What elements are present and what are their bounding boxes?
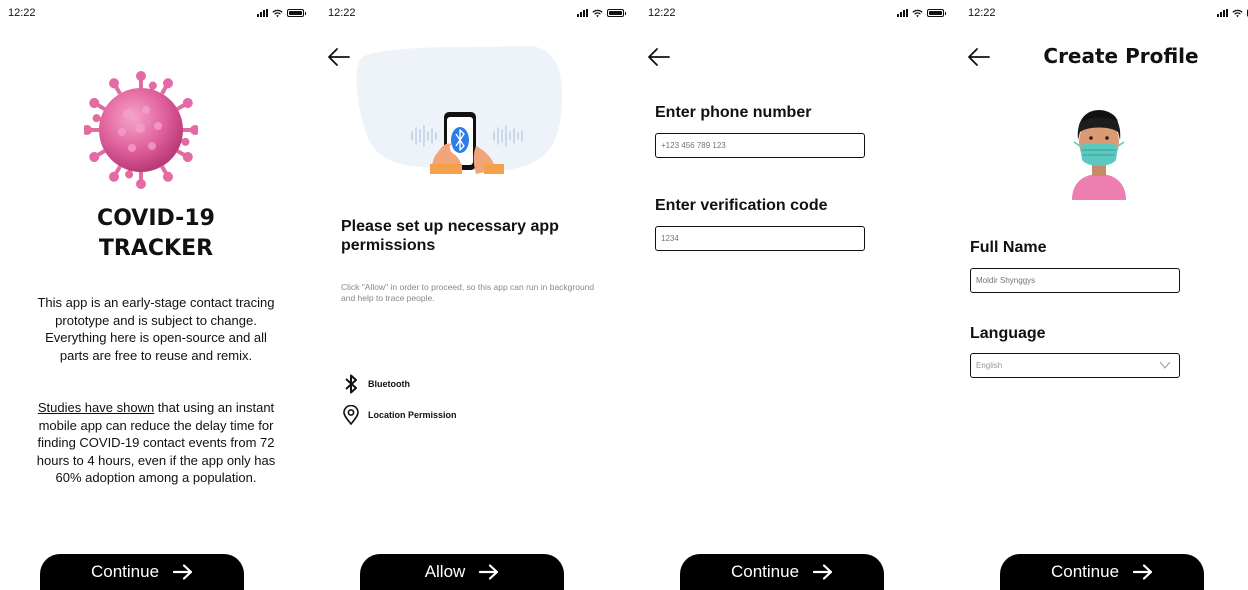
- avatar: [1072, 110, 1126, 200]
- continue-button-label: Continue: [730, 562, 800, 581]
- status-time: 12:22: [8, 7, 36, 19]
- app-title-line1: COVID-19: [97, 206, 215, 231]
- back-arrow-icon[interactable]: [646, 44, 672, 70]
- language-label: Language: [970, 325, 1046, 342]
- allow-button-label: Allow: [424, 562, 466, 581]
- verification-code-label: Enter verification code: [655, 197, 828, 214]
- location-pin-icon: [343, 405, 359, 425]
- status-time: 12:22: [648, 7, 676, 19]
- arrow-right-icon: [1133, 564, 1153, 580]
- phone-field[interactable]: [655, 133, 865, 158]
- continue-button-label: Continue: [1050, 562, 1120, 581]
- arrow-right-icon: [813, 564, 833, 580]
- verification-code-field[interactable]: [655, 226, 865, 251]
- signal-icon: [897, 9, 908, 17]
- signal-icon: [577, 9, 588, 17]
- page-title: Create Profile: [1043, 44, 1199, 68]
- verification-code-input[interactable]: [661, 234, 859, 243]
- battery-icon: [287, 9, 306, 17]
- permission-label: Bluetooth: [368, 379, 410, 389]
- screen-create-profile: 12:22 Create Profile Full Name Language …: [960, 0, 1248, 590]
- permission-location[interactable]: Location Permission: [342, 405, 457, 425]
- continue-button[interactable]: Continue: [1000, 554, 1204, 590]
- battery-icon: [927, 9, 946, 17]
- language-select[interactable]: English: [970, 353, 1180, 378]
- bluetooth-icon: [345, 374, 357, 394]
- wifi-icon: [912, 9, 923, 17]
- status-bar: 12:22: [328, 6, 626, 20]
- full-name-label: Full Name: [970, 239, 1047, 256]
- screen-welcome: 12:22 COVID-19 TRACKER This app is an ea…: [0, 0, 312, 590]
- status-time: 12:22: [968, 7, 996, 19]
- full-name-field[interactable]: [970, 268, 1180, 293]
- back-arrow-icon[interactable]: [326, 44, 352, 70]
- arrow-right-icon: [479, 564, 499, 580]
- full-name-input[interactable]: [976, 276, 1174, 285]
- phone-input[interactable]: [661, 141, 859, 150]
- intro-paragraph: This app is an early-stage contact traci…: [37, 295, 275, 363]
- arrow-right-icon: [173, 564, 193, 580]
- signal-icon: [257, 9, 268, 17]
- wifi-icon: [592, 9, 603, 17]
- continue-button[interactable]: Continue: [680, 554, 884, 590]
- status-time: 12:22: [328, 7, 356, 19]
- wifi-icon: [1232, 9, 1243, 17]
- screen-permissions: 12:22 Please set up necessary app permis…: [320, 0, 632, 590]
- language-value: English: [976, 361, 1003, 370]
- chevron-down-icon: [1159, 361, 1171, 369]
- app-title-line2: TRACKER: [98, 236, 214, 261]
- permissions-description: Click "Allow" in order to proceed, so th…: [341, 282, 595, 303]
- allow-button[interactable]: Allow: [360, 554, 564, 590]
- permission-bluetooth[interactable]: Bluetooth: [342, 374, 410, 394]
- virus-illustration: [84, 71, 198, 189]
- battery-icon: [607, 9, 626, 17]
- studies-link[interactable]: Studies have shown: [38, 400, 154, 415]
- phone-label: Enter phone number: [655, 104, 812, 121]
- continue-button-label: Continue: [90, 562, 160, 581]
- status-bar: 12:22: [968, 6, 1248, 20]
- app-title: COVID-19 TRACKER: [40, 204, 272, 264]
- wifi-icon: [272, 9, 283, 17]
- permission-label: Location Permission: [368, 410, 457, 420]
- permissions-title: Please set up necessary app permissions: [341, 218, 559, 254]
- studies-paragraph: Studies have shown that using an instant…: [36, 399, 276, 487]
- screen-phone-verification: 12:22 Enter phone number Enter verificat…: [640, 0, 952, 590]
- status-bar: 12:22: [8, 6, 306, 20]
- status-bar: 12:22: [648, 6, 946, 20]
- continue-button[interactable]: Continue: [40, 554, 244, 590]
- phone-bluetooth-illustration: [356, 45, 563, 174]
- signal-icon: [1217, 9, 1228, 17]
